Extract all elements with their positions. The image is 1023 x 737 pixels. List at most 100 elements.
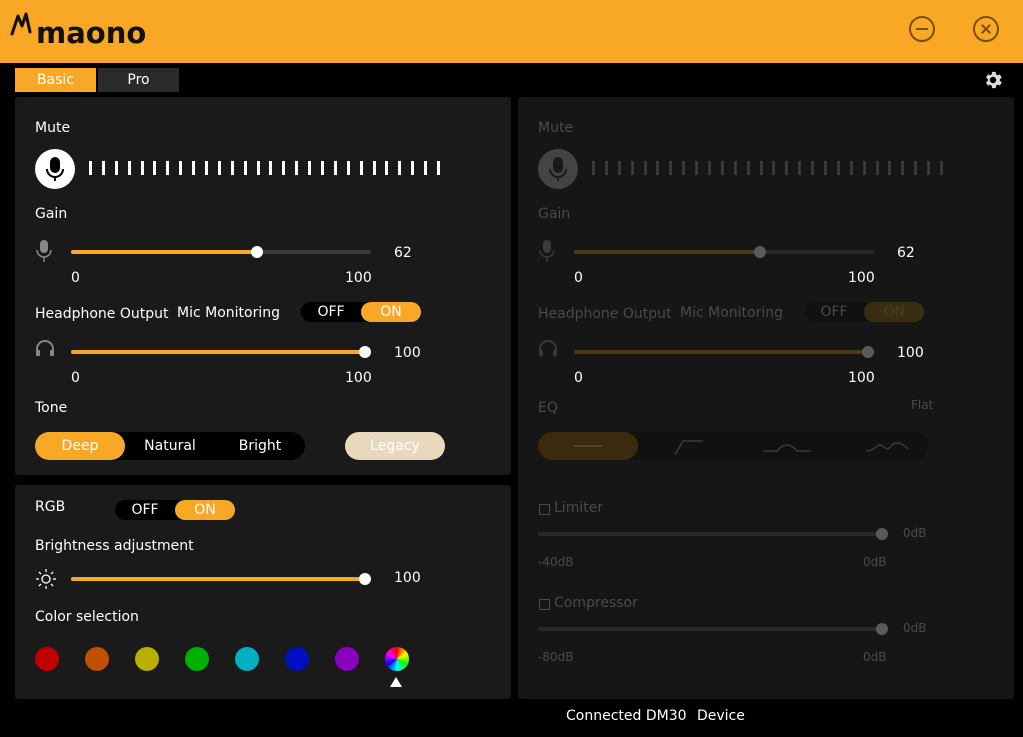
gain-label: Gain — [35, 206, 68, 222]
headphone-slider[interactable] — [71, 346, 371, 358]
mic-monitoring-on[interactable]: ON — [361, 302, 421, 322]
tab-pro[interactable]: Pro — [98, 68, 179, 92]
eq-presence-icon[interactable] — [763, 439, 811, 455]
pro-mic-monitoring-label: Mic Monitoring — [680, 305, 783, 321]
pro-headphone-output-label: Headphone Output — [538, 306, 672, 322]
pro-microphone-icon — [549, 157, 567, 181]
eq-flat-icon — [574, 445, 602, 447]
compressor-checkbox[interactable] — [539, 599, 550, 610]
tone-deep[interactable]: Deep — [35, 432, 125, 460]
mic-monitoring-toggle[interactable]: OFF ON — [301, 302, 421, 322]
headphone-max: 100 — [345, 370, 372, 386]
minimize-button[interactable] — [909, 16, 935, 42]
rgb-label: RGB — [35, 499, 66, 515]
pro-mute-button[interactable] — [538, 149, 578, 189]
color-swatch-rainbow[interactable] — [385, 647, 409, 671]
brightness-slider[interactable] — [71, 573, 371, 585]
sun-icon — [36, 569, 56, 589]
pro-gain-min: 0 — [574, 270, 583, 286]
status-prefix: Connected — [566, 708, 642, 724]
connection-status: Connected DM30 Device — [566, 708, 745, 724]
gain-min: 0 — [71, 270, 80, 286]
tone-selector: Deep Natural Bright — [35, 432, 305, 460]
compressor-value: 0dB — [903, 621, 927, 635]
legacy-button[interactable]: Legacy — [345, 432, 445, 460]
limiter-slider-knob[interactable] — [876, 528, 888, 540]
headphone-min: 0 — [71, 370, 80, 386]
pro-mic-level-meter — [592, 161, 953, 177]
eq-highpass-icon[interactable] — [673, 439, 703, 455]
limiter-slider[interactable] — [538, 528, 888, 540]
pro-gain-max: 100 — [848, 270, 875, 286]
pro-headphone-value: 100 — [897, 345, 924, 361]
mute-label: Mute — [35, 120, 71, 136]
tone-natural[interactable]: Natural — [125, 432, 215, 460]
status-suffix: Device — [696, 708, 745, 724]
mic-monitoring-off[interactable]: OFF — [301, 302, 361, 322]
color-swatch-yellow[interactable] — [135, 647, 159, 671]
compressor-label: Compressor — [554, 595, 638, 611]
brand-name: maono — [36, 16, 147, 50]
mic-level-meter — [89, 161, 450, 177]
pro-headphone-slider-knob[interactable] — [862, 346, 874, 358]
rgb-toggle[interactable]: OFF ON — [115, 500, 235, 520]
basic-audio-panel: Mute Gain 62 0 100 Headphone Output Mic … — [15, 97, 511, 475]
eq-flat-option[interactable] — [538, 432, 638, 460]
pro-mute-label: Mute — [538, 120, 574, 136]
title-bar: maono — [0, 0, 1023, 63]
compressor-slider[interactable] — [538, 623, 888, 635]
pro-mic-monitoring-off[interactable]: OFF — [804, 302, 864, 322]
pro-mic-monitoring-toggle[interactable]: OFF ON — [804, 302, 924, 322]
eq-selector — [538, 432, 928, 460]
pro-headphone-min: 0 — [574, 370, 583, 386]
gear-icon[interactable] — [982, 69, 1004, 91]
microphone-small-icon — [36, 240, 52, 262]
color-swatch-red[interactable] — [35, 647, 59, 671]
color-swatch-cyan[interactable] — [235, 647, 259, 671]
limiter-value: 0dB — [903, 526, 927, 540]
color-swatch-orange[interactable] — [85, 647, 109, 671]
color-swatch-blue[interactable] — [285, 647, 309, 671]
limiter-label: Limiter — [554, 500, 604, 516]
maono-logo: maono — [10, 10, 170, 60]
color-selection-label: Color selection — [35, 609, 139, 625]
microphone-icon — [46, 157, 64, 181]
pro-headphone-slider-fill — [574, 350, 868, 354]
headphone-value: 100 — [394, 345, 421, 361]
selected-color-indicator-icon — [390, 677, 402, 687]
headphone-output-label: Headphone Output — [35, 306, 169, 322]
brightness-slider-knob[interactable] — [359, 573, 371, 585]
compressor-min: -80dB — [538, 650, 574, 664]
pro-headphone-icon — [539, 340, 557, 356]
pro-microphone-small-icon — [539, 240, 555, 262]
color-swatch-green[interactable] — [185, 647, 209, 671]
pro-headphone-slider[interactable] — [574, 346, 874, 358]
pro-gain-slider[interactable] — [574, 246, 874, 258]
limiter-max: 0dB — [863, 555, 887, 569]
mute-button[interactable] — [35, 149, 75, 189]
compressor-slider-knob[interactable] — [876, 623, 888, 635]
eq-bass-boost-icon[interactable] — [866, 439, 908, 455]
rgb-on[interactable]: ON — [175, 500, 235, 520]
tone-bright[interactable]: Bright — [215, 432, 305, 460]
tab-basic[interactable]: Basic — [15, 68, 96, 92]
pro-mic-monitoring-on[interactable]: ON — [864, 302, 924, 322]
device-name: DM30 — [645, 708, 687, 724]
brightness-value: 100 — [394, 570, 421, 586]
gain-slider-fill — [71, 250, 257, 254]
limiter-checkbox[interactable] — [539, 504, 550, 515]
gain-slider[interactable] — [71, 246, 371, 258]
eq-preset-label: Flat — [911, 398, 934, 412]
rgb-off[interactable]: OFF — [115, 500, 175, 520]
headphone-slider-knob[interactable] — [359, 346, 371, 358]
compressor-max: 0dB — [863, 650, 887, 664]
pro-gain-slider-knob[interactable] — [754, 246, 766, 258]
gain-value: 62 — [394, 245, 412, 261]
brightness-label: Brightness adjustment — [35, 538, 194, 554]
color-swatch-purple[interactable] — [335, 647, 359, 671]
gain-slider-knob[interactable] — [251, 246, 263, 258]
eq-label: EQ — [538, 400, 558, 416]
pro-gain-value: 62 — [897, 245, 915, 261]
close-button[interactable] — [973, 16, 999, 42]
tone-label: Tone — [35, 400, 68, 416]
